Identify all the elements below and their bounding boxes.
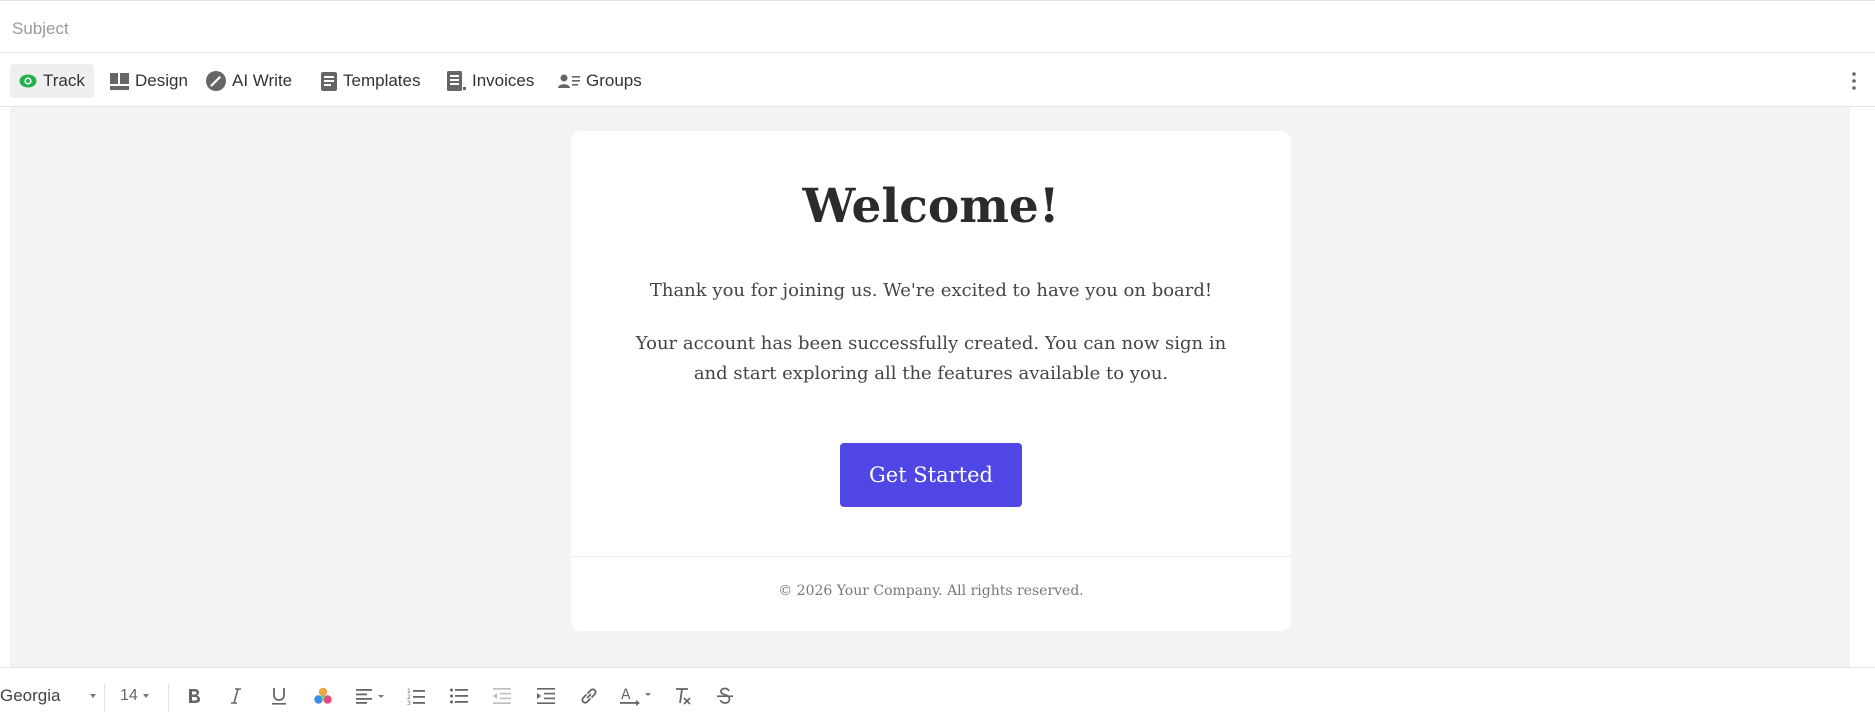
bullet-list-button[interactable] — [448, 682, 470, 710]
text-color-icon: A — [620, 687, 651, 706]
italic-icon — [231, 688, 241, 704]
text-color-button[interactable]: A — [620, 682, 654, 710]
outdent-icon — [493, 688, 511, 704]
toolbar-divider — [168, 684, 169, 712]
editor-toolbar: Track Design AI Write Templates Invoices… — [0, 53, 1875, 107]
indent-button[interactable] — [535, 682, 557, 710]
invoice-icon — [447, 71, 466, 91]
design-label: Design — [135, 71, 188, 90]
clear-format-button[interactable] — [672, 682, 694, 710]
email-card: Welcome! Thank you for joining us. We're… — [571, 131, 1291, 631]
more-options-button[interactable] — [1845, 69, 1863, 93]
ordered-list-icon: 1 2 3 — [407, 688, 425, 705]
font-size-value: 14 — [120, 687, 138, 704]
link-button[interactable] — [578, 682, 600, 710]
track-label: Track — [43, 71, 85, 90]
bold-button[interactable] — [183, 682, 205, 710]
ai-write-label: AI Write — [232, 71, 293, 90]
track-button[interactable]: Track — [10, 64, 94, 98]
strikethrough-icon — [717, 687, 733, 704]
magic-wand-icon — [206, 71, 226, 91]
email-footer[interactable]: © 2026 Your Company. All rights reserved… — [571, 583, 1291, 599]
bullet-list-icon — [450, 688, 468, 704]
ai-write-button[interactable]: AI Write — [197, 64, 301, 98]
link-icon — [581, 688, 597, 704]
align-button[interactable] — [355, 682, 387, 710]
ordered-list-button[interactable]: 1 2 3 — [405, 682, 427, 710]
templates-button[interactable]: Templates — [312, 64, 429, 98]
font-family-value: Georgia — [0, 686, 61, 705]
outdent-button[interactable] — [491, 682, 513, 710]
groups-label: Groups — [586, 71, 642, 90]
groups-icon — [558, 74, 580, 88]
chevron-down-icon — [90, 694, 97, 698]
chevron-down-icon — [142, 694, 149, 698]
format-toolbar: Georgia 14 1 2 3 A — [0, 667, 1875, 725]
design-button[interactable]: Design — [101, 64, 197, 98]
color-palette-button[interactable] — [312, 682, 334, 710]
strikethrough-button[interactable] — [714, 682, 736, 710]
email-paragraph-2[interactable]: Your account has been successfully creat… — [631, 329, 1231, 389]
more-vertical-icon — [1852, 72, 1856, 90]
indent-icon — [537, 688, 555, 704]
invoices-button[interactable]: Invoices — [438, 64, 543, 98]
font-size-select[interactable]: 14 — [120, 684, 156, 708]
svg-text:3: 3 — [407, 700, 411, 705]
templates-label: Templates — [343, 71, 421, 90]
font-family-select[interactable]: Georgia — [0, 684, 97, 708]
subject-bar — [0, 0, 1875, 53]
svg-text:A: A — [621, 687, 631, 703]
email-canvas: Welcome! Thank you for joining us. We're… — [10, 107, 1850, 667]
get-started-button[interactable]: Get Started — [840, 443, 1022, 507]
clear-format-icon — [676, 688, 691, 705]
document-icon — [321, 71, 337, 91]
bold-icon — [189, 689, 200, 703]
subject-input[interactable] — [10, 16, 1814, 42]
align-icon — [356, 689, 384, 704]
underline-icon — [272, 688, 286, 705]
italic-button[interactable] — [225, 682, 247, 710]
invoices-label: Invoices — [472, 71, 535, 90]
toolbar-divider — [104, 684, 105, 712]
underline-button[interactable] — [268, 682, 290, 710]
footer-divider — [571, 556, 1291, 557]
eye-icon — [19, 74, 37, 88]
color-palette-icon — [314, 687, 332, 704]
email-heading[interactable]: Welcome! — [571, 181, 1291, 233]
layout-icon — [110, 72, 129, 90]
email-paragraph-1[interactable]: Thank you for joining us. We're excited … — [631, 276, 1231, 306]
groups-button[interactable]: Groups — [549, 64, 651, 98]
